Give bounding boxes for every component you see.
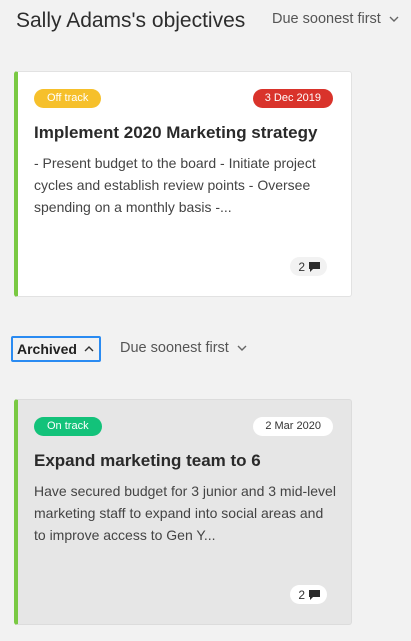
comment-count: 2	[298, 587, 305, 602]
page-header: Sally Adams's objectives Due soonest fir…	[16, 7, 411, 35]
speech-bubble-icon	[309, 261, 320, 272]
comments-button[interactable]: 2	[290, 257, 327, 276]
comments-button[interactable]: 2	[290, 585, 327, 604]
comment-count: 2	[298, 259, 305, 274]
objective-title: Expand marketing team to 6	[34, 451, 261, 470]
page-title: Sally Adams's objectives	[16, 9, 246, 32]
archived-section-header: Archived Due soonest first	[11, 336, 411, 362]
objective-description: Have secured budget for 3 junior and 3 m…	[34, 483, 336, 543]
status-badge: Off track	[34, 89, 102, 108]
objective-title: Implement 2020 Marketing strategy	[34, 123, 318, 142]
due-date-badge: 3 Dec 2019	[252, 89, 333, 108]
archived-toggle-button[interactable]: Archived	[11, 336, 101, 362]
sort-dropdown-label: Due soonest first	[272, 11, 381, 27]
archived-sort-dropdown[interactable]: Due soonest first	[120, 340, 248, 356]
archived-objective-card[interactable]: On track 2 Mar 2020 Expand marketing tea…	[14, 399, 352, 625]
archived-toggle-label: Archived	[17, 341, 77, 357]
objectives-page: Sally Adams's objectives Due soonest fir…	[0, 0, 411, 641]
status-badge: On track	[34, 417, 102, 436]
archived-sort-label: Due soonest first	[120, 340, 229, 356]
chevron-down-icon	[389, 16, 399, 22]
objective-description: - Present budget to the board - Initiate…	[34, 155, 316, 215]
chevron-up-icon	[84, 346, 94, 352]
speech-bubble-icon	[309, 589, 320, 600]
objective-card[interactable]: Off track 3 Dec 2019 Implement 2020 Mark…	[14, 71, 352, 297]
due-date-badge: 2 Mar 2020	[253, 417, 333, 436]
chevron-down-icon	[237, 345, 247, 351]
sort-dropdown[interactable]: Due soonest first	[272, 11, 400, 27]
